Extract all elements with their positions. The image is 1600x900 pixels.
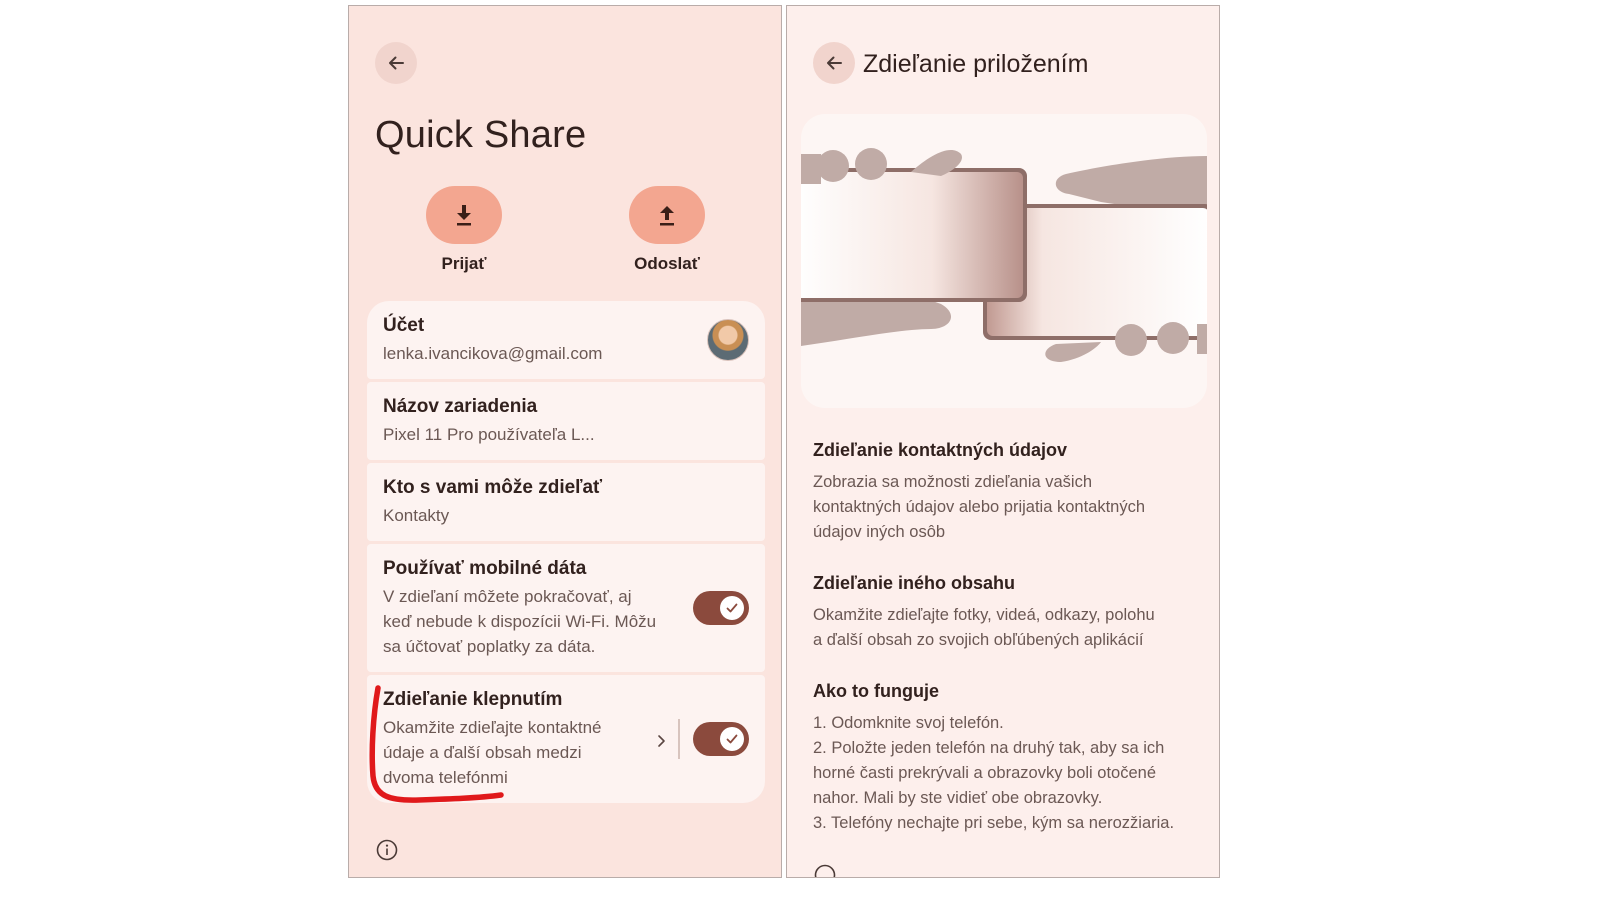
mobile-data-line: keď nebude k dispozícii Wi-Fi. Môžu <box>383 612 657 631</box>
tap-share-title: Zdieľanie klepnutím <box>383 689 563 710</box>
who-can-share-row[interactable]: Kto s vami môže zdieľať Kontakty <box>367 463 765 541</box>
toggle-knob <box>720 596 744 620</box>
tap-share-detail-screen: Zdieľanie priložením Zdieľanie kontaktný… <box>786 5 1220 878</box>
back-button[interactable] <box>375 42 417 84</box>
mobile-data-description: V zdieľaní môžete pokračovať, aj keď neb… <box>383 584 656 659</box>
section-line: údajov iných osôb <box>813 523 946 541</box>
section-line: Okamžite zdieľajte fotky, videá, odkazy,… <box>813 606 1155 624</box>
mobile-data-row[interactable]: Používať mobilné dáta V zdieľaní môžete … <box>367 544 765 672</box>
tap-share-toggle[interactable] <box>693 722 749 756</box>
section-body-how-it-works: 1. Odomknite svoj telefón. 2. Položte je… <box>813 711 1205 836</box>
device-name-row[interactable]: Názov zariadenia Pixel 11 Pro používateľ… <box>367 382 765 460</box>
back-button[interactable] <box>813 42 855 84</box>
account-email: lenka.ivancikova@gmail.com <box>383 344 603 363</box>
tap-share-line: dvoma telefónmi <box>383 768 508 787</box>
tap-share-line: Okamžite zdieľajte kontaktné <box>383 718 602 737</box>
mobile-data-toggle[interactable] <box>693 591 749 625</box>
toggle-knob <box>720 727 744 751</box>
section-body-contacts: Zobrazia sa možnosti zdieľania vašich ko… <box>813 470 1205 545</box>
who-can-share-title: Kto s vami môže zdieľať <box>383 477 603 498</box>
section-body-other-content: Okamžite zdieľajte fotky, videá, odkazy,… <box>813 603 1205 653</box>
avatar[interactable] <box>707 319 749 361</box>
who-can-share-value: Kontakty <box>383 506 450 525</box>
mobile-data-line: sa účtovať poplatky za dáta. <box>383 637 596 656</box>
device-name-value: Pixel 11 Pro používateľa L... <box>383 425 595 444</box>
info-icon[interactable] <box>814 864 836 878</box>
send-button[interactable] <box>629 186 705 244</box>
page-title: Zdieľanie priložením <box>863 50 1089 78</box>
chevron-right-icon[interactable] <box>656 734 666 748</box>
account-row[interactable]: Účet lenka.ivancikova@gmail.com <box>367 301 765 379</box>
divider <box>678 719 680 759</box>
upload-icon <box>660 206 674 226</box>
account-title: Účet <box>383 315 425 336</box>
device-name-title: Názov zariadenia <box>383 396 538 417</box>
mobile-data-line: V zdieľaní môžete pokračovať, aj <box>383 587 632 606</box>
section-line: horné časti prekrývali a obrazovky boli … <box>813 764 1157 782</box>
section-line: kontaktných údajov alebo prijatia kontak… <box>813 498 1146 516</box>
section-line: Zobrazia sa možnosti zdieľania vašich <box>813 473 1093 491</box>
receive-label: Prijať <box>441 254 487 273</box>
arrow-left-icon <box>827 56 842 70</box>
section-title-how-it-works: Ako to funguje <box>813 681 939 701</box>
receive-button[interactable] <box>426 186 502 244</box>
section-title-contacts: Zdieľanie kontaktných údajov <box>813 440 1067 460</box>
download-icon <box>457 205 471 226</box>
arrow-left-icon <box>389 56 404 70</box>
tap-share-description: Okamžite zdieľajte kontaktné údaje a ďal… <box>383 715 602 790</box>
check-icon <box>726 734 738 744</box>
info-icon[interactable] <box>376 839 398 861</box>
check-icon <box>726 603 738 613</box>
send-label: Odoslať <box>634 254 700 273</box>
two-phones-illustration <box>801 148 1207 362</box>
tap-share-row[interactable]: Zdieľanie klepnutím Okamžite zdieľajte k… <box>367 675 765 803</box>
quick-share-screen: Quick Share Prijať Odoslať Účet lenka.iv… <box>348 5 782 878</box>
section-line: 1. Odomknite svoj telefón. <box>813 714 1004 732</box>
section-line: nahor. Mali by ste vidieť obe obrazovky. <box>813 789 1103 807</box>
tap-share-line: údaje a ďalší obsah medzi <box>383 743 582 762</box>
mobile-data-title: Používať mobilné dáta <box>383 558 587 579</box>
phones-illustration <box>801 114 1207 408</box>
page-title: Quick Share <box>375 114 587 156</box>
section-line: 2. Položte jeden telefón na druhý tak, a… <box>813 739 1165 757</box>
section-line: 3. Telefóny nechajte pri sebe, kým sa ne… <box>813 814 1175 832</box>
receive-action[interactable]: Prijať <box>424 186 504 274</box>
send-action[interactable]: Odoslať <box>627 186 707 274</box>
section-title-other-content: Zdieľanie iného obsahu <box>813 573 1015 593</box>
section-line: a ďalší obsah zo svojich obľúbených apli… <box>813 631 1144 649</box>
